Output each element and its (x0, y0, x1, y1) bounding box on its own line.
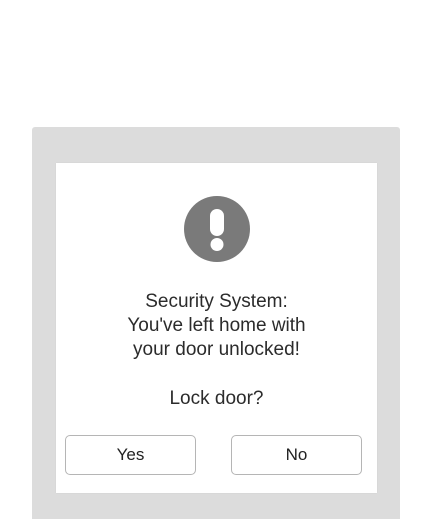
yes-button[interactable]: Yes (65, 435, 196, 475)
alert-question: Lock door? (169, 388, 264, 409)
alert-exclamation-icon (184, 196, 250, 262)
alert-message-line: You've left home with (127, 315, 306, 336)
alert-message-line: your door unlocked! (133, 339, 300, 360)
alert-message: Security System: You've left home with y… (56, 290, 377, 362)
no-button[interactable]: No (231, 435, 362, 475)
alert-dialog: Security System: You've left home with y… (56, 163, 377, 493)
alert-message-line: Security System: (145, 291, 288, 312)
